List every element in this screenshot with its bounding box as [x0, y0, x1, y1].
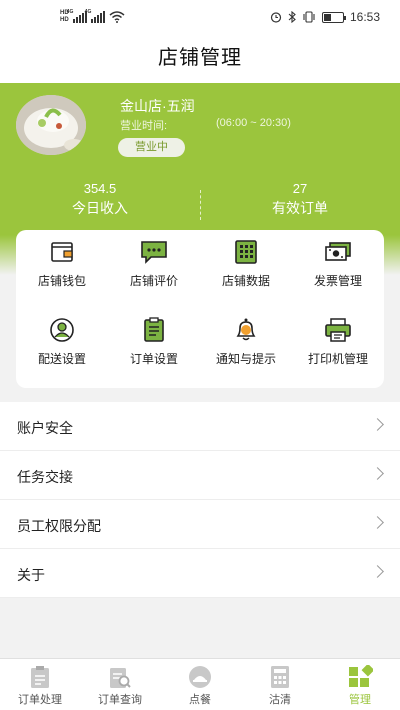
grid-item-reviews[interactable]: 店铺评价 [108, 230, 200, 290]
business-hours-value: (06:00 ~ 20:30) [216, 117, 291, 129]
menu-item-task-handover[interactable]: 任务交接 [0, 451, 400, 500]
stat-value: 354.5 [83, 181, 117, 196]
grid-item-label: 店铺数据 [221, 274, 270, 288]
grid-item-notifications[interactable]: 通知与提示 [200, 308, 292, 368]
grid-item-wallet[interactable]: 店铺钱包 [16, 230, 108, 290]
dish-icon [189, 666, 211, 688]
grid-item-delivery[interactable]: 配送设置 [16, 308, 108, 368]
grid-item-label: 打印机管理 [307, 352, 368, 366]
app-header: 店铺管理 [0, 36, 400, 83]
tab-label: 沽清 [269, 694, 291, 706]
tab-manage[interactable]: 管理 [320, 659, 400, 710]
status-bar: HD HD 4G 4G 16:53 [0, 0, 400, 36]
system-indicators: 16:53 [270, 10, 380, 24]
invoice-icon [325, 242, 351, 261]
comment-icon [141, 241, 167, 264]
bell-icon [236, 318, 256, 341]
stat-label: 有效订单 [272, 200, 328, 216]
settings-menu: 账户安全 任务交接 员工权限分配 关于 [0, 402, 400, 598]
bottom-tab-bar: 订单处理 订单查询 点餐 沽清 管理 [0, 658, 400, 710]
chevron-right-icon [371, 418, 384, 431]
stat-value: 27 [292, 181, 308, 196]
bluetooth-icon [288, 11, 296, 23]
store-name: 金山店·五润 [120, 98, 195, 114]
business-status-badge[interactable]: 营业中 [118, 138, 185, 157]
grid-item-label: 配送设置 [37, 352, 86, 366]
tab-sold-out[interactable]: 沽清 [240, 659, 320, 710]
wifi-icon [109, 11, 125, 23]
printer-icon [325, 318, 351, 342]
grid-item-invoice[interactable]: 发票管理 [292, 230, 384, 290]
grid-item-label: 店铺钱包 [37, 274, 86, 288]
signal-icon: 4G [85, 9, 105, 23]
clock-time: 16:53 [349, 10, 380, 24]
grid-item-label: 发票管理 [313, 274, 362, 288]
tab-label: 点餐 [189, 694, 211, 706]
battery-icon [321, 11, 346, 23]
store-avatar[interactable] [16, 95, 86, 155]
tab-order-search[interactable]: 订单查询 [80, 659, 160, 710]
chevron-right-icon [371, 516, 384, 529]
menu-item-label: 关于 [17, 567, 45, 583]
tab-label: 订单查询 [98, 694, 142, 706]
order-search-icon [110, 668, 131, 688]
delivery-person-icon [50, 318, 74, 342]
stat-label: 今日收入 [72, 200, 128, 216]
page-title: 店铺管理 [158, 47, 242, 69]
vibrate-icon [303, 11, 315, 23]
chevron-right-icon [371, 467, 384, 480]
food-photo-icon [16, 95, 86, 155]
menu-item-label: 账户安全 [17, 420, 73, 436]
menu-item-about[interactable]: 关于 [0, 549, 400, 598]
tab-label: 订单处理 [18, 694, 62, 706]
tab-order-process[interactable]: 订单处理 [0, 659, 80, 710]
grid-item-data[interactable]: 店铺数据 [200, 230, 292, 290]
grid-item-label: 通知与提示 [215, 352, 276, 366]
function-grid: 店铺钱包 店铺评价 店铺数据 发票管理 配送设置 订单设置 通知与提示 打印机管… [16, 230, 384, 388]
alarm-icon [270, 12, 282, 23]
order-process-icon [31, 666, 49, 688]
menu-item-account-security[interactable]: 账户安全 [0, 402, 400, 451]
stat-valid-orders[interactable]: 27 有效订单 [200, 181, 400, 219]
tab-dish[interactable]: 点餐 [160, 659, 240, 710]
grid-item-printer[interactable]: 打印机管理 [292, 308, 384, 368]
clipboard-icon [144, 317, 164, 342]
tab-label: 管理 [349, 694, 371, 706]
data-grid-icon [235, 240, 257, 264]
business-hours-label: 营业时间: [120, 120, 168, 132]
wallet-icon [51, 242, 73, 262]
network-indicators: HD HD 4G 4G [60, 9, 125, 24]
menu-item-label: 任务交接 [17, 469, 73, 485]
stat-today-income[interactable]: 354.5 今日收入 [0, 181, 200, 219]
grid-item-label: 订单设置 [129, 352, 178, 366]
menu-item-label: 员工权限分配 [17, 518, 101, 534]
grid-item-order-settings[interactable]: 订单设置 [108, 308, 200, 368]
grid-item-label: 店铺评价 [129, 274, 178, 288]
menu-item-staff-permissions[interactable]: 员工权限分配 [0, 500, 400, 549]
chevron-right-icon [371, 565, 384, 578]
calculator-icon [271, 666, 289, 688]
manage-icon [349, 665, 373, 687]
